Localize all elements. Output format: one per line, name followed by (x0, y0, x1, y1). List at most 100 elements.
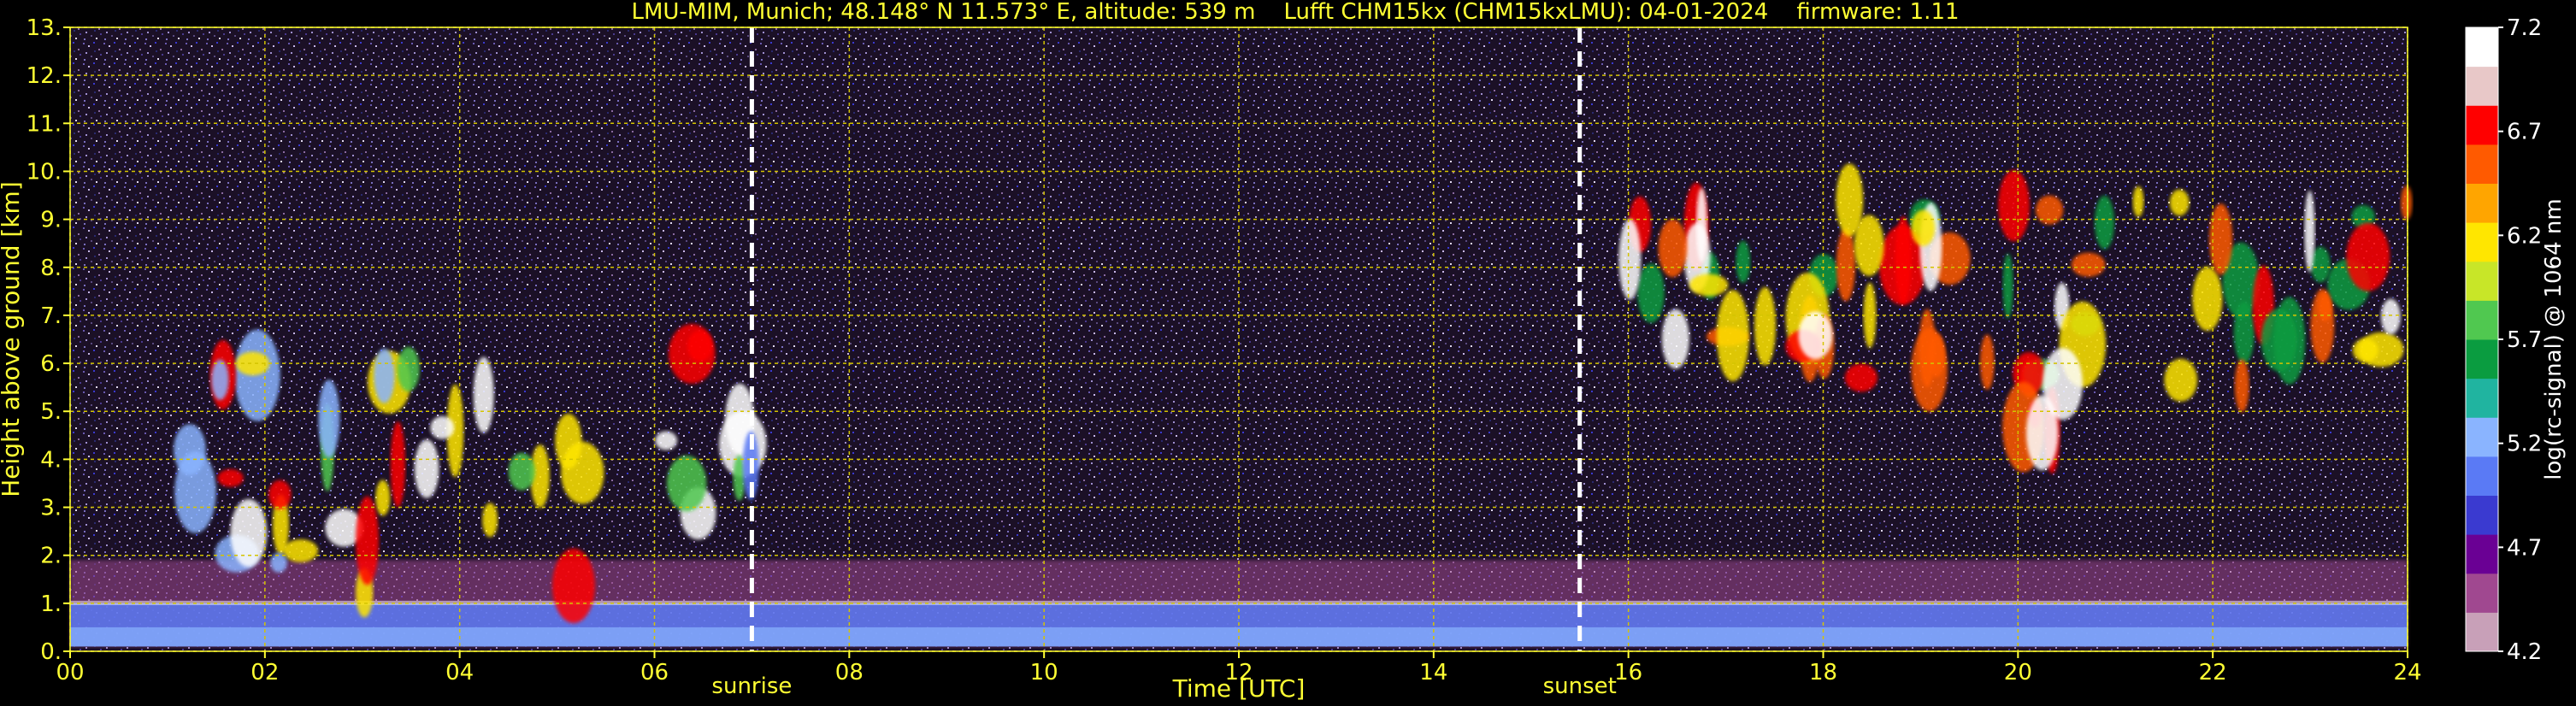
y-tick-label: 5. (40, 399, 62, 425)
chart-title: LMU-MIM, Munich; 48.148° N 11.573° E, al… (631, 0, 1959, 25)
feature-blob (2071, 252, 2106, 277)
y-tick-label: 2. (40, 544, 62, 569)
colorbar: 4.2 4.7 5.2 5.7 6.2 6.7 7.2 (2465, 15, 2542, 665)
feature-blob (2234, 359, 2249, 413)
ceilometer-chart: LMU-MIM, Munich; 48.148° N 11.573° E, al… (0, 0, 2567, 703)
colorbar-segment (2466, 222, 2498, 262)
colorbar-segment (2466, 534, 2498, 574)
feature-blob (2346, 222, 2390, 291)
x-tick-label: 22 (2199, 660, 2227, 685)
x-tick-label: 20 (2004, 660, 2032, 685)
feature-blob (1911, 209, 1936, 246)
feature-blob (508, 452, 535, 491)
x-axis-label: Time [UTC] (1172, 674, 1306, 703)
y-tick-label: 4. (40, 447, 62, 473)
feature-blob (1998, 169, 2030, 242)
feature-blob (687, 330, 713, 362)
y-axis-label: Height above ground [km] (0, 181, 25, 497)
feature-blob (1716, 290, 1749, 382)
feature-blob (211, 359, 229, 400)
feature-blob (414, 439, 439, 498)
feature-blob (2094, 195, 2115, 250)
feature-blob (2310, 289, 2335, 363)
x-tick-label: 08 (835, 660, 864, 685)
y-tick-label: 12. (27, 63, 62, 89)
y-tick-label: 6. (40, 351, 62, 377)
feature-blob (230, 498, 268, 568)
feature-blob (2192, 267, 2223, 332)
colorbar-tick-label: 7.2 (2507, 15, 2542, 41)
feature-blob (2358, 332, 2404, 368)
feature-blob (2380, 298, 2401, 335)
y-tick-label: 1. (40, 591, 62, 617)
colorbar-tick-label: 6.2 (2507, 223, 2542, 249)
event-label-sunrise: sunrise (711, 674, 792, 699)
y-tick-label: 9. (40, 208, 62, 233)
feature-blob (473, 356, 494, 433)
feature-blob (2002, 253, 2013, 319)
x-tick-label: 24 (2393, 660, 2421, 685)
colorbar-segment (2466, 261, 2498, 301)
colorbar-segment (2466, 300, 2498, 340)
feature-blob (1658, 219, 1688, 278)
feature-blob (283, 538, 319, 562)
x-tick-label: 18 (1809, 660, 1837, 685)
feature-blob (1689, 274, 1729, 297)
feature-blob (561, 441, 604, 504)
colorbar-tick-label: 5.7 (2507, 327, 2542, 353)
colorbar-label: log(rc-signal) @ 1064 nm (2541, 198, 2567, 479)
feature-blob (2132, 185, 2144, 218)
colorbar-segment (2466, 378, 2498, 418)
colorbar-segment (2466, 573, 2498, 613)
feature-blob (234, 329, 280, 421)
feature-blob (174, 450, 216, 533)
feature-blob (375, 479, 391, 516)
feature-blob (374, 348, 395, 403)
y-tick-label: 13. (27, 15, 62, 41)
feature-blob (390, 421, 406, 508)
feature-blob (1836, 163, 1864, 237)
feature-blob (1661, 309, 1689, 369)
x-tick-label: 04 (445, 660, 474, 685)
feature-blob (1919, 309, 1936, 388)
feature-blob (2164, 358, 2198, 402)
colorbar-segment (2466, 66, 2498, 106)
feature-blob (2169, 189, 2190, 216)
feature-blob (666, 456, 707, 512)
x-tick-label: 06 (640, 660, 669, 685)
feature-blob (2304, 190, 2315, 273)
colorbar-segment (2466, 339, 2498, 379)
feature-blob (1696, 187, 1707, 263)
x-tick-label: 14 (1419, 660, 1447, 685)
x-tick-label: 16 (1614, 660, 1642, 685)
feature-blob (217, 468, 244, 487)
x-tick-label: 02 (251, 660, 279, 685)
colorbar-tick-label: 4.7 (2507, 535, 2542, 561)
y-tick-label: 7. (40, 303, 62, 329)
feature-blob (268, 479, 292, 509)
plot-background (70, 27, 2408, 651)
feature-blob (2035, 195, 2064, 225)
colorbar-segment (2466, 27, 2498, 68)
colorbar-tick-label: 5.2 (2507, 432, 2542, 457)
x-tick-label: 10 (1030, 660, 1058, 685)
colorbar-segment (2466, 144, 2498, 184)
colorbar-segment (2466, 456, 2498, 496)
event-label-sunset: sunset (1543, 674, 1617, 699)
feature-blob (356, 496, 379, 585)
feature-blob (1798, 311, 1833, 360)
feature-blob (1836, 227, 1856, 302)
colorbar-segment (2466, 495, 2498, 535)
y-tick-label: 10. (27, 159, 62, 185)
colorbar-tick-label: 6.7 (2507, 120, 2542, 145)
colorbar-segment (2466, 417, 2498, 457)
feature-blob (655, 431, 678, 450)
feature-blob (430, 415, 455, 439)
colorbar-segment (2466, 105, 2498, 145)
feature-blob (1736, 240, 1751, 283)
y-tick-label: 8. (40, 256, 62, 281)
feature-blob (318, 379, 340, 458)
feature-blob (1618, 219, 1642, 300)
feature-blob (2261, 309, 2297, 372)
feature-blob (397, 346, 420, 391)
